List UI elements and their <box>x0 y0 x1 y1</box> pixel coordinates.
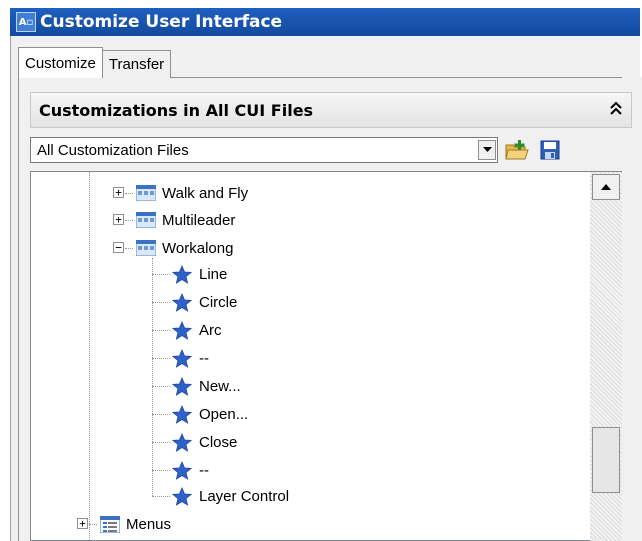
tree-connector <box>125 220 133 221</box>
tree-node-separator[interactable]: -- <box>172 457 209 483</box>
command-star-icon <box>172 348 192 368</box>
tree-node-open[interactable]: Open... <box>172 401 248 427</box>
command-star-icon <box>172 486 192 506</box>
tree-node-multileader[interactable]: Multileader <box>136 207 235 233</box>
tree-node-label: -- <box>199 349 209 367</box>
app-icon: A▫ <box>16 12 36 32</box>
scroll-thumb[interactable] <box>592 427 620 493</box>
tree-node-menus[interactable]: Menus <box>100 511 171 537</box>
tree-node-separator[interactable]: -- <box>172 345 209 371</box>
tree-node-circle[interactable]: Circle <box>172 289 237 315</box>
collapse-workalong[interactable]: − <box>113 242 124 253</box>
customization-tree[interactable]: + Walk and Fly + Multileader − Workalong… <box>30 171 590 541</box>
tab-customize[interactable]: Customize <box>18 47 103 78</box>
tree-node-label: Multileader <box>162 211 236 229</box>
tree-node-label: Open... <box>199 405 249 423</box>
tree-connector <box>89 172 90 540</box>
window-title: Customize User Interface <box>40 12 283 32</box>
save-button[interactable] <box>536 136 564 164</box>
tab-strip: Customize Transfer <box>18 47 172 78</box>
tree-node-label: Menus <box>126 515 172 533</box>
toolbar-icon <box>136 240 156 256</box>
toolbar-icon <box>136 185 156 201</box>
load-file-icon <box>505 140 529 160</box>
tree-connector <box>152 386 170 387</box>
panel-edge <box>622 77 642 541</box>
tree-node-label: Arc <box>199 321 222 339</box>
section-title: Customizations in All CUI Files <box>39 100 314 120</box>
tree-connector <box>152 258 153 496</box>
collapse-icon[interactable] <box>609 101 623 122</box>
tree-node-label: Layer Control <box>199 487 290 505</box>
save-icon <box>540 140 560 160</box>
tree-connector <box>152 330 170 331</box>
tree-node-new[interactable]: New... <box>172 373 241 399</box>
tree-connector <box>125 193 133 194</box>
tree-connector <box>89 524 97 525</box>
expand-walk-and-fly[interactable]: + <box>113 187 124 198</box>
command-star-icon <box>172 292 192 312</box>
tree-node-arc[interactable]: Arc <box>172 317 222 343</box>
scroll-up-button[interactable] <box>592 174 620 200</box>
tree-connector <box>152 274 170 275</box>
customization-file-select[interactable]: All Customization Files <box>30 137 498 163</box>
tree-connector <box>152 358 170 359</box>
tree-connector <box>152 414 170 415</box>
expand-menus[interactable]: + <box>77 518 88 529</box>
expand-multileader[interactable]: + <box>113 214 124 225</box>
tree-connector <box>152 470 170 471</box>
tree-node-label: Workalong <box>162 239 234 257</box>
tree-node-walk-and-fly[interactable]: Walk and Fly <box>136 180 248 206</box>
section-header[interactable]: Customizations in All CUI Files <box>30 92 632 128</box>
tree-connector <box>125 248 133 249</box>
arrow-up-icon <box>601 184 611 190</box>
tree-connector <box>152 442 170 443</box>
toolbar-icon <box>136 212 156 228</box>
tree-node-close[interactable]: Close <box>172 429 237 455</box>
tab-transfer[interactable]: Transfer <box>101 50 172 78</box>
tree-node-label: New... <box>199 377 241 395</box>
tree-node-workalong[interactable]: Workalong <box>136 235 233 261</box>
tree-scrollbar[interactable] <box>590 171 622 541</box>
tree-node-label: Circle <box>199 293 238 311</box>
command-star-icon <box>172 376 192 396</box>
tree-node-label: -- <box>199 461 209 479</box>
file-select-value: All Customization Files <box>37 141 189 159</box>
command-star-icon <box>172 320 192 340</box>
tree-node-label: Walk and Fly <box>162 184 249 202</box>
command-star-icon <box>172 404 192 424</box>
tree-connector <box>152 302 170 303</box>
tree-node-label: Close <box>199 433 238 451</box>
menu-icon <box>100 515 120 533</box>
tree-connector <box>152 496 170 497</box>
command-star-icon <box>172 460 192 480</box>
tree-node-line[interactable]: Line <box>172 261 227 287</box>
command-star-icon <box>172 432 192 452</box>
load-file-button[interactable] <box>503 136 531 164</box>
title-bar: A▫ Customize User Interface <box>10 8 640 36</box>
dropdown-arrow-icon[interactable] <box>478 140 496 160</box>
command-star-icon <box>172 264 192 284</box>
tree-node-layer-control[interactable]: Layer Control <box>172 483 289 509</box>
tree-node-label: Line <box>199 265 228 283</box>
